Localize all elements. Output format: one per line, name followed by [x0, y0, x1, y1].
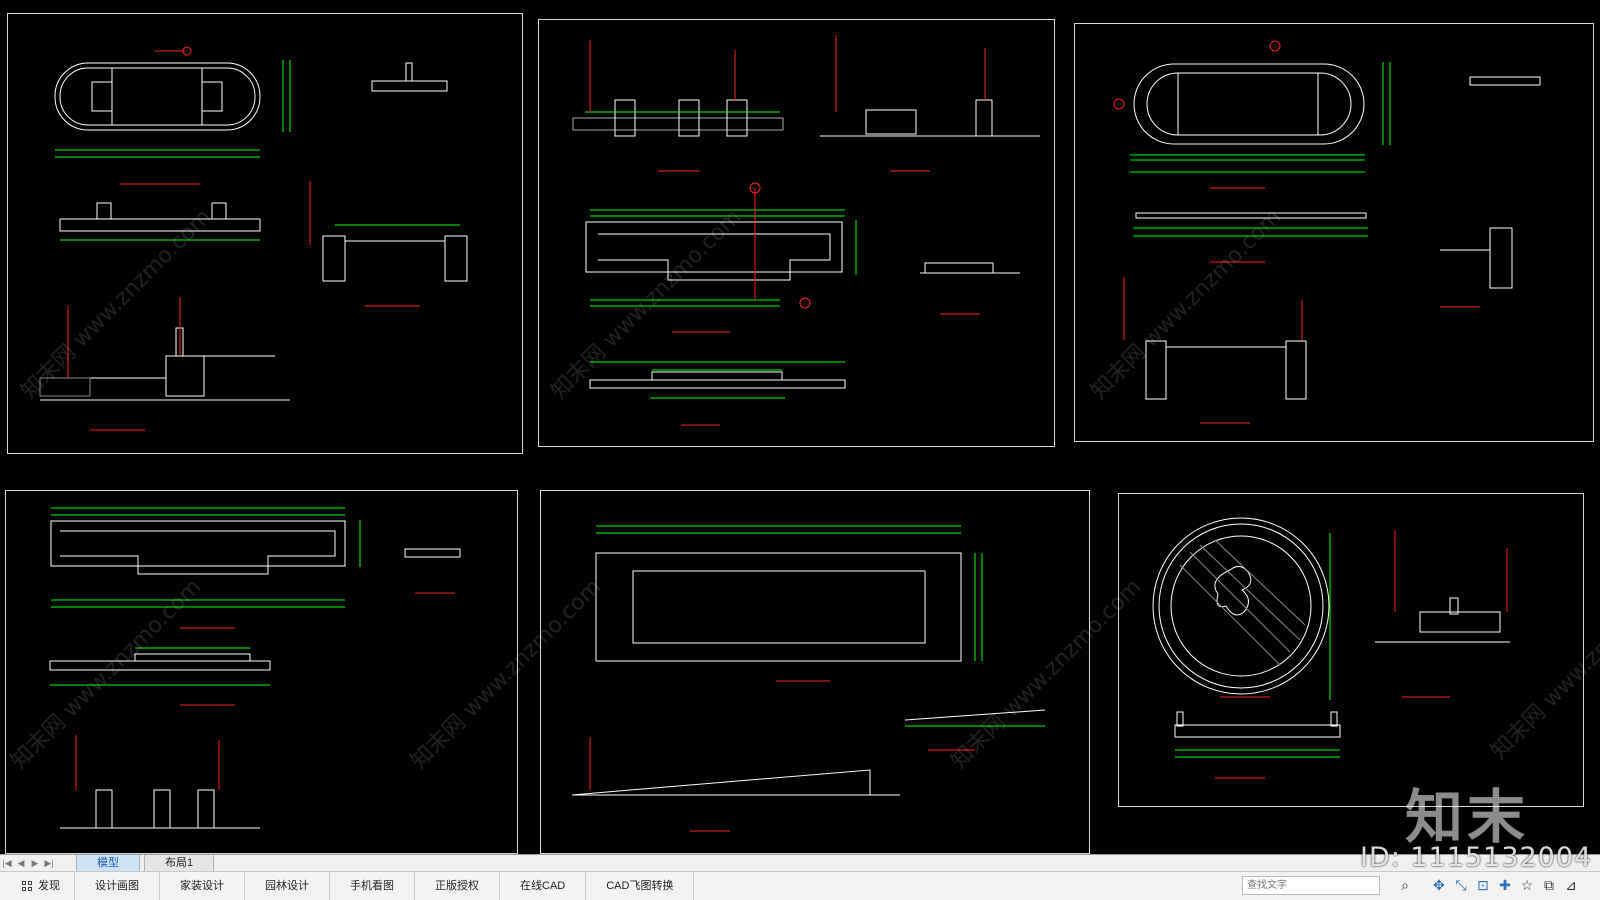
rectangular-planter-plan-2	[50, 520, 346, 567]
orbit-icon[interactable]: ⊿	[1562, 876, 1580, 894]
online-cad-button[interactable]: 在线CAD	[500, 872, 587, 900]
tab-model[interactable]: 模型	[76, 854, 140, 872]
cad-geometry: 知末网 www.znzmo.com 知末网 www.znzmo.com 知末网 …	[7, 35, 1600, 832]
round-planter-plan	[1152, 517, 1330, 695]
star-icon[interactable]: ☆	[1518, 876, 1536, 894]
annotation-leaders	[67, 35, 1508, 832]
license-button[interactable]: 正版授权	[415, 872, 500, 900]
watermark-diagonal-7: 知末网 www.znzmo.com	[1487, 564, 1600, 764]
oval-planter-plan-2	[1133, 63, 1365, 145]
watermark-id: ID: 1115132004	[1360, 842, 1593, 873]
cad-drawing-canvas[interactable]: 知末网 www.znzmo.com 知末网 www.znzmo.com 知末网 …	[0, 0, 1600, 854]
mobile-view-button[interactable]: 手机看图	[330, 872, 415, 900]
design-draw-button[interactable]: 设计画图	[75, 872, 160, 900]
watermark-diagonal-5: 知末网 www.znzmo.com	[407, 574, 607, 774]
diagonal-watermarks: 知末网 www.znzmo.com 知末网 www.znzmo.com 知末网 …	[7, 204, 1600, 774]
tab-layout1[interactable]: 布局1	[144, 854, 215, 872]
first-tab-icon[interactable]: |◀	[0, 856, 14, 870]
discover-label: 发现	[38, 880, 60, 892]
brick-column-left	[322, 235, 346, 282]
watermark-diagonal-3: 知末网 www.znzmo.com	[1087, 204, 1287, 404]
oval-planter-plan	[54, 62, 261, 131]
landscape-design-button[interactable]: 园林设计	[245, 872, 330, 900]
watermark-diagonal-1: 知末网 www.znzmo.com	[17, 204, 217, 404]
home-design-button[interactable]: 家装设计	[160, 872, 245, 900]
crosshair-icon[interactable]: ✚	[1496, 876, 1514, 894]
search-icon[interactable]: ⌕	[1396, 876, 1414, 894]
discover-button[interactable]: 发现	[0, 872, 75, 900]
pan-icon[interactable]: ⤡	[1452, 876, 1470, 894]
watermark-diagonal-4: 知末网 www.znzmo.com	[7, 574, 207, 774]
zoom-icon[interactable]: ⊡	[1474, 876, 1492, 894]
last-tab-icon[interactable]: ▶|	[42, 856, 56, 870]
watermark-diagonal-6: 知末网 www.znzmo.com	[947, 574, 1147, 774]
large-rectangular-planter-plan	[595, 552, 962, 662]
grid-icon	[22, 881, 32, 891]
box-icon[interactable]: ⧉	[1540, 876, 1558, 894]
cad-convert-button[interactable]: CAD飞图转换	[586, 872, 695, 900]
next-tab-icon[interactable]: ▶	[28, 856, 42, 870]
snap-icon[interactable]: ✥	[1430, 876, 1448, 894]
prev-tab-icon[interactable]: ◀	[14, 856, 28, 870]
search-text-input[interactable]	[1242, 876, 1380, 895]
